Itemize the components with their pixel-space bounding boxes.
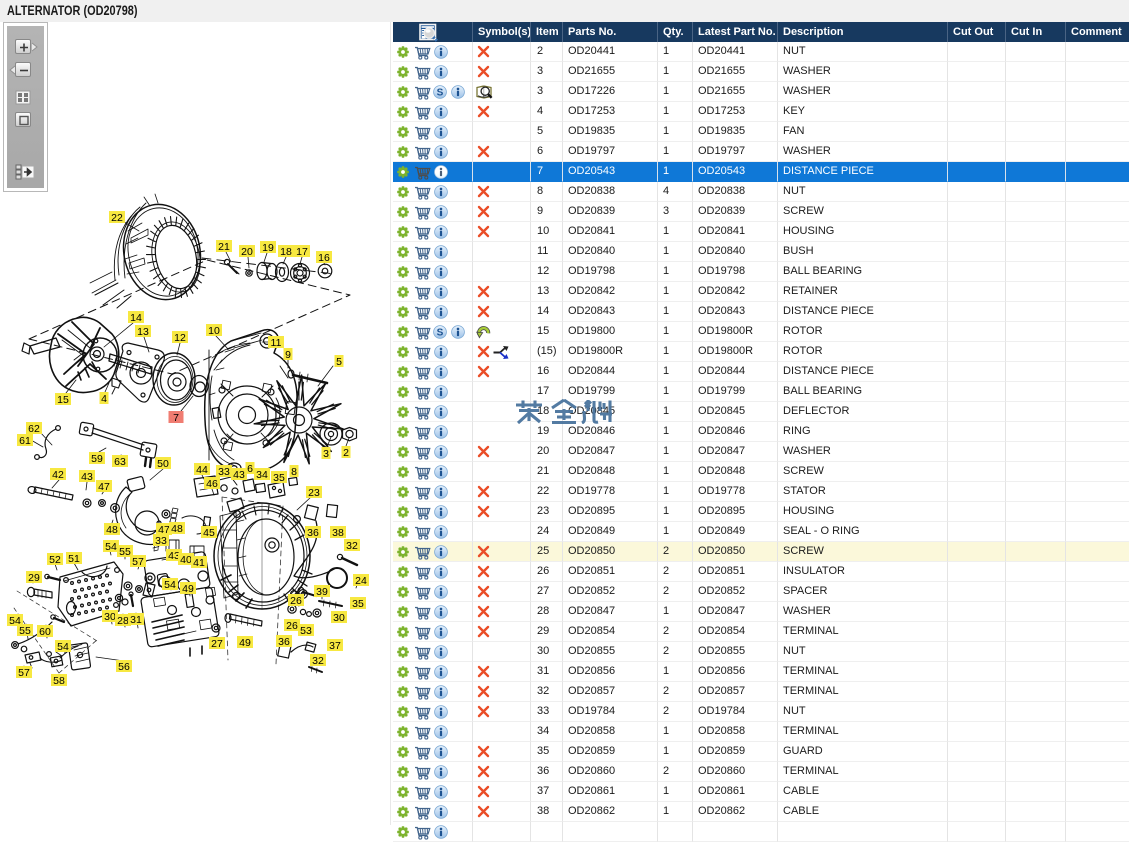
svg-text:54: 54	[105, 541, 117, 553]
svg-text:58: 58	[53, 675, 65, 687]
svg-text:14: 14	[130, 312, 142, 324]
svg-text:55: 55	[19, 625, 31, 637]
svg-text:23: 23	[308, 487, 320, 499]
svg-text:11: 11	[271, 337, 282, 349]
svg-text:9: 9	[285, 349, 291, 361]
svg-text:56: 56	[118, 661, 130, 673]
svg-text:45: 45	[203, 527, 215, 539]
svg-text:36: 36	[278, 636, 290, 648]
svg-text:5: 5	[336, 356, 342, 368]
svg-text:53: 53	[300, 625, 312, 637]
svg-text:17: 17	[296, 246, 308, 258]
svg-text:57: 57	[18, 667, 30, 679]
svg-text:18: 18	[280, 246, 292, 258]
svg-text:46: 46	[206, 478, 218, 490]
svg-text:8: 8	[291, 466, 297, 478]
svg-text:29: 29	[28, 572, 40, 584]
svg-text:43: 43	[81, 471, 93, 483]
svg-text:21: 21	[218, 241, 230, 253]
svg-text:33: 33	[155, 535, 167, 547]
svg-text:3: 3	[323, 448, 329, 460]
svg-text:2: 2	[343, 447, 349, 459]
svg-text:47: 47	[98, 481, 110, 493]
svg-text:22: 22	[111, 212, 123, 224]
svg-text:41: 41	[193, 557, 205, 569]
svg-text:32: 32	[312, 655, 324, 667]
svg-text:59: 59	[91, 453, 103, 465]
svg-text:16: 16	[318, 252, 330, 264]
svg-text:28: 28	[117, 615, 129, 627]
svg-text:42: 42	[52, 469, 64, 481]
svg-text:57: 57	[132, 556, 144, 568]
svg-text:49: 49	[182, 583, 194, 595]
svg-text:49: 49	[239, 637, 251, 649]
svg-text:10: 10	[208, 325, 220, 337]
svg-text:60: 60	[39, 626, 51, 638]
svg-text:34: 34	[256, 469, 268, 481]
svg-text:20: 20	[241, 246, 253, 258]
svg-text:37: 37	[329, 640, 341, 652]
svg-text:50: 50	[157, 458, 169, 470]
svg-text:40: 40	[180, 554, 192, 566]
svg-text:19: 19	[262, 242, 274, 254]
svg-text:6: 6	[247, 463, 253, 475]
svg-text:52: 52	[49, 554, 61, 566]
svg-text:30: 30	[104, 611, 116, 623]
svg-text:15: 15	[57, 394, 69, 406]
svg-text:35: 35	[273, 472, 285, 484]
svg-text:7: 7	[173, 412, 179, 424]
svg-text:61: 61	[19, 435, 31, 447]
svg-text:26: 26	[286, 620, 298, 632]
svg-text:4: 4	[101, 393, 107, 405]
svg-text:30: 30	[333, 612, 345, 624]
svg-text:32: 32	[346, 540, 358, 552]
svg-text:48: 48	[106, 524, 118, 536]
svg-text:33: 33	[218, 466, 230, 478]
svg-text:48: 48	[171, 523, 183, 535]
svg-text:55: 55	[119, 546, 131, 558]
svg-text:54: 54	[57, 641, 69, 653]
svg-text:54: 54	[164, 579, 176, 591]
svg-text:51: 51	[68, 553, 80, 565]
svg-text:31: 31	[130, 614, 142, 626]
svg-text:39: 39	[316, 586, 328, 598]
svg-text:27: 27	[211, 638, 223, 650]
svg-text:63: 63	[114, 456, 126, 468]
svg-text:24: 24	[355, 575, 367, 587]
svg-text:38: 38	[332, 527, 344, 539]
svg-text:35: 35	[352, 598, 364, 610]
svg-text:44: 44	[196, 464, 208, 476]
svg-text:12: 12	[174, 332, 186, 344]
svg-text:36: 36	[307, 527, 319, 539]
svg-text:43: 43	[233, 469, 245, 481]
svg-text:62: 62	[28, 423, 40, 435]
svg-text:13: 13	[137, 326, 149, 338]
svg-text:26: 26	[290, 595, 302, 607]
